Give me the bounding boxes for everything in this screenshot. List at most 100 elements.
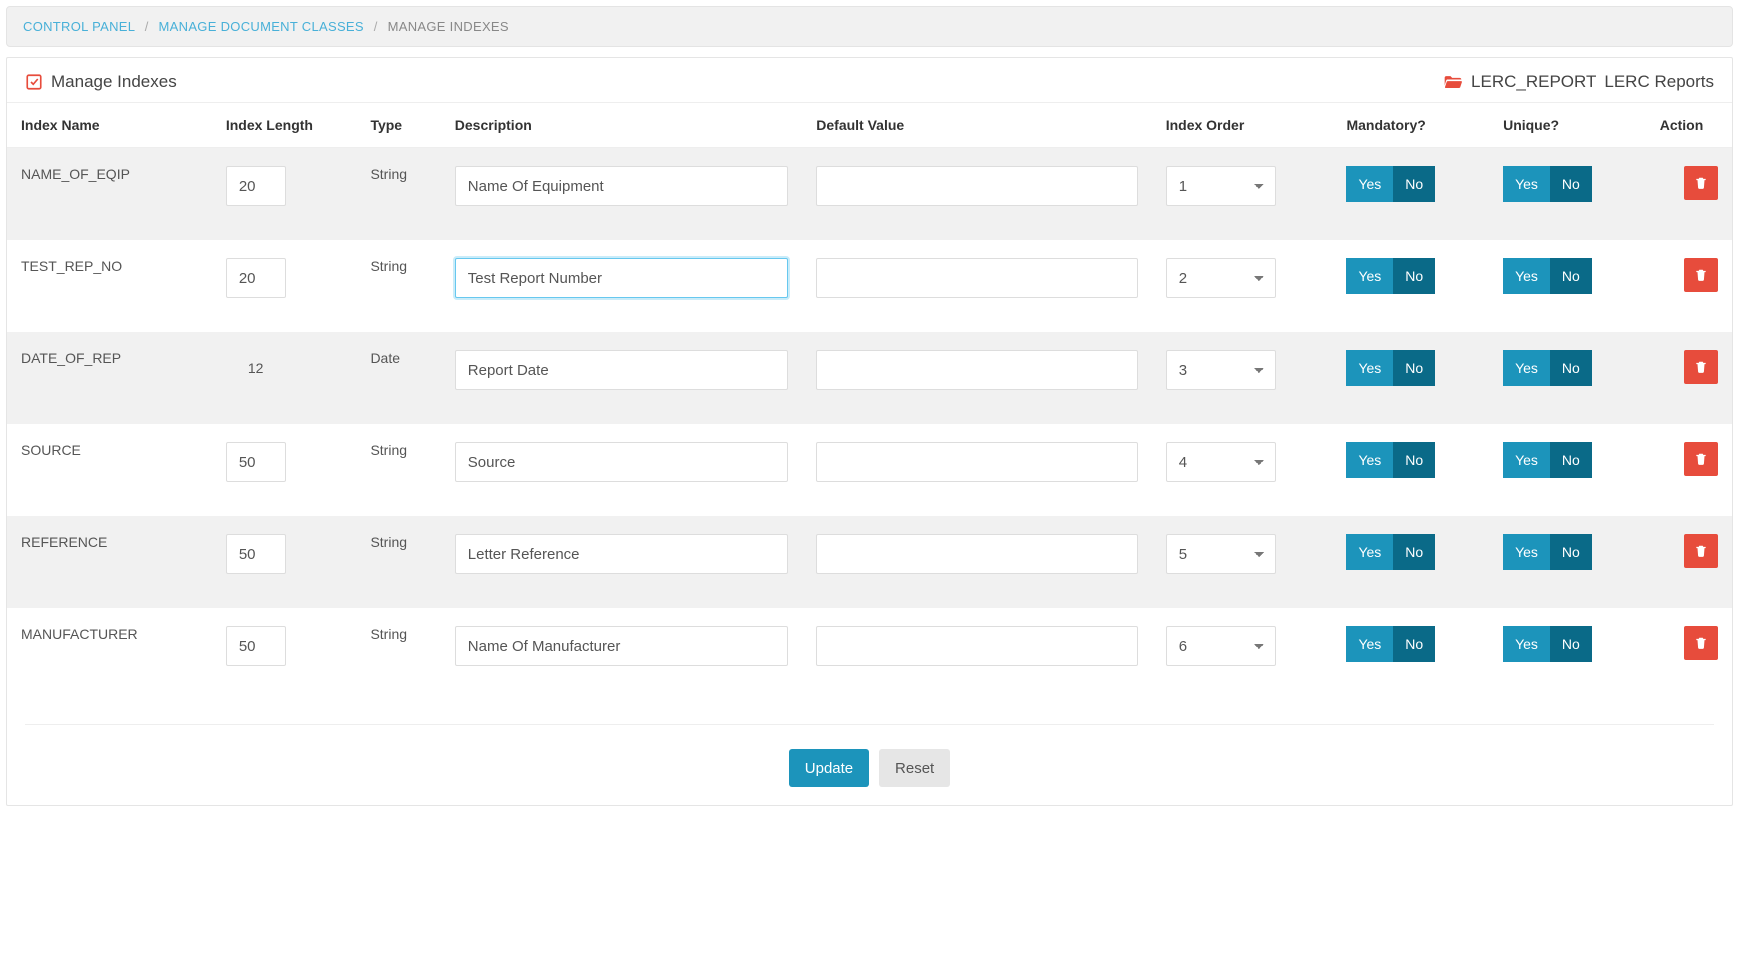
panel-footer: Update Reset xyxy=(25,724,1714,805)
unique-no[interactable]: No xyxy=(1550,534,1592,570)
mandatory-toggle[interactable]: YesNo xyxy=(1346,626,1435,662)
index-length-input[interactable] xyxy=(226,442,286,482)
index-description-cell xyxy=(441,424,802,516)
mandatory-yes[interactable]: Yes xyxy=(1346,534,1393,570)
delete-button[interactable] xyxy=(1684,534,1718,568)
index-type-cell: String xyxy=(356,148,440,241)
index-description-input[interactable] xyxy=(455,258,788,298)
index-description-input[interactable] xyxy=(455,166,788,206)
unique-no[interactable]: No xyxy=(1550,166,1592,202)
unique-yes[interactable]: Yes xyxy=(1503,534,1550,570)
table-row: TEST_REP_NOString2YesNoYesNo xyxy=(7,240,1732,332)
index-length-cell xyxy=(212,608,357,700)
col-header-mandatory: Mandatory? xyxy=(1332,103,1489,148)
unique-toggle[interactable]: YesNo xyxy=(1503,626,1592,662)
mandatory-no[interactable]: No xyxy=(1393,350,1435,386)
mandatory-no[interactable]: No xyxy=(1393,166,1435,202)
table-row: NAME_OF_EQIPString1YesNoYesNo xyxy=(7,148,1732,241)
manage-indexes-panel: Manage Indexes LERC_REPORT LERC Reports … xyxy=(6,57,1733,806)
mandatory-toggle[interactable]: YesNo xyxy=(1346,166,1435,202)
index-order-select[interactable]: 5 xyxy=(1166,534,1276,574)
index-default-input[interactable] xyxy=(816,350,1137,390)
index-default-input[interactable] xyxy=(816,626,1137,666)
unique-toggle[interactable]: YesNo xyxy=(1503,166,1592,202)
index-order-select[interactable]: 2 xyxy=(1166,258,1276,298)
index-length-cell xyxy=(212,148,357,241)
index-name-cell: NAME_OF_EQIP xyxy=(7,148,212,241)
delete-button[interactable] xyxy=(1684,442,1718,476)
index-description-input[interactable] xyxy=(455,534,788,574)
col-header-length: Index Length xyxy=(212,103,357,148)
mandatory-yes[interactable]: Yes xyxy=(1346,626,1393,662)
index-order-select[interactable]: 3 xyxy=(1166,350,1276,390)
mandatory-no[interactable]: No xyxy=(1393,534,1435,570)
unique-toggle[interactable]: YesNo xyxy=(1503,442,1592,478)
delete-button[interactable] xyxy=(1684,166,1718,200)
unique-yes[interactable]: Yes xyxy=(1503,626,1550,662)
index-default-input[interactable] xyxy=(816,166,1137,206)
index-order-select[interactable]: 4 xyxy=(1166,442,1276,482)
mandatory-toggle[interactable]: YesNo xyxy=(1346,350,1435,386)
breadcrumb-current: Manage Indexes xyxy=(388,19,509,34)
index-order-select[interactable]: 1 xyxy=(1166,166,1276,206)
index-type-cell: String xyxy=(356,240,440,332)
mandatory-no[interactable]: No xyxy=(1393,258,1435,294)
unique-no[interactable]: No xyxy=(1550,626,1592,662)
context-code: LERC_REPORT xyxy=(1471,72,1596,92)
index-default-input[interactable] xyxy=(816,258,1137,298)
unique-cell: YesNo xyxy=(1489,332,1646,424)
unique-yes[interactable]: Yes xyxy=(1503,166,1550,202)
index-length-input[interactable] xyxy=(226,626,286,666)
col-header-unique: Unique? xyxy=(1489,103,1646,148)
unique-yes[interactable]: Yes xyxy=(1503,350,1550,386)
table-row: DATE_OF_REP12Date3YesNoYesNo xyxy=(7,332,1732,424)
mandatory-yes[interactable]: Yes xyxy=(1346,258,1393,294)
col-header-order: Index Order xyxy=(1152,103,1333,148)
mandatory-no[interactable]: No xyxy=(1393,626,1435,662)
reset-button[interactable]: Reset xyxy=(879,749,950,787)
unique-no[interactable]: No xyxy=(1550,350,1592,386)
unique-yes[interactable]: Yes xyxy=(1503,442,1550,478)
delete-button[interactable] xyxy=(1684,350,1718,384)
context-name: LERC Reports xyxy=(1604,72,1714,92)
update-button[interactable]: Update xyxy=(789,749,869,787)
mandatory-toggle[interactable]: YesNo xyxy=(1346,534,1435,570)
trash-icon xyxy=(1694,452,1708,466)
delete-button[interactable] xyxy=(1684,258,1718,292)
unique-cell: YesNo xyxy=(1489,148,1646,241)
mandatory-yes[interactable]: Yes xyxy=(1346,166,1393,202)
index-description-input[interactable] xyxy=(455,442,788,482)
index-default-input[interactable] xyxy=(816,534,1137,574)
delete-button[interactable] xyxy=(1684,626,1718,660)
unique-toggle[interactable]: YesNo xyxy=(1503,258,1592,294)
mandatory-yes[interactable]: Yes xyxy=(1346,350,1393,386)
index-default-input[interactable] xyxy=(816,442,1137,482)
mandatory-toggle[interactable]: YesNo xyxy=(1346,442,1435,478)
index-length-input[interactable] xyxy=(226,534,286,574)
breadcrumb-link-control-panel[interactable]: Control Panel xyxy=(23,19,135,34)
index-order-select[interactable]: 6 xyxy=(1166,626,1276,666)
unique-toggle[interactable]: YesNo xyxy=(1503,350,1592,386)
unique-yes[interactable]: Yes xyxy=(1503,258,1550,294)
panel-context: LERC_REPORT LERC Reports xyxy=(1443,72,1714,92)
trash-icon xyxy=(1694,360,1708,374)
index-length-input[interactable] xyxy=(226,258,286,298)
index-length-input[interactable] xyxy=(226,166,286,206)
col-header-name: Index Name xyxy=(7,103,212,148)
unique-toggle[interactable]: YesNo xyxy=(1503,534,1592,570)
breadcrumb-link-manage-doc-classes[interactable]: Manage Document Classes xyxy=(159,19,364,34)
mandatory-yes[interactable]: Yes xyxy=(1346,442,1393,478)
mandatory-toggle[interactable]: YesNo xyxy=(1346,258,1435,294)
trash-icon xyxy=(1694,268,1708,282)
col-header-description: Description xyxy=(441,103,802,148)
panel-title-text: Manage Indexes xyxy=(51,72,177,92)
index-description-input[interactable] xyxy=(455,626,788,666)
index-order-cell: 3 xyxy=(1152,332,1333,424)
index-order-cell: 6 xyxy=(1152,608,1333,700)
unique-no[interactable]: No xyxy=(1550,442,1592,478)
breadcrumb: Control Panel / Manage Document Classes … xyxy=(6,6,1733,47)
mandatory-no[interactable]: No xyxy=(1393,442,1435,478)
unique-no[interactable]: No xyxy=(1550,258,1592,294)
index-description-input[interactable] xyxy=(455,350,788,390)
col-header-default: Default Value xyxy=(802,103,1151,148)
